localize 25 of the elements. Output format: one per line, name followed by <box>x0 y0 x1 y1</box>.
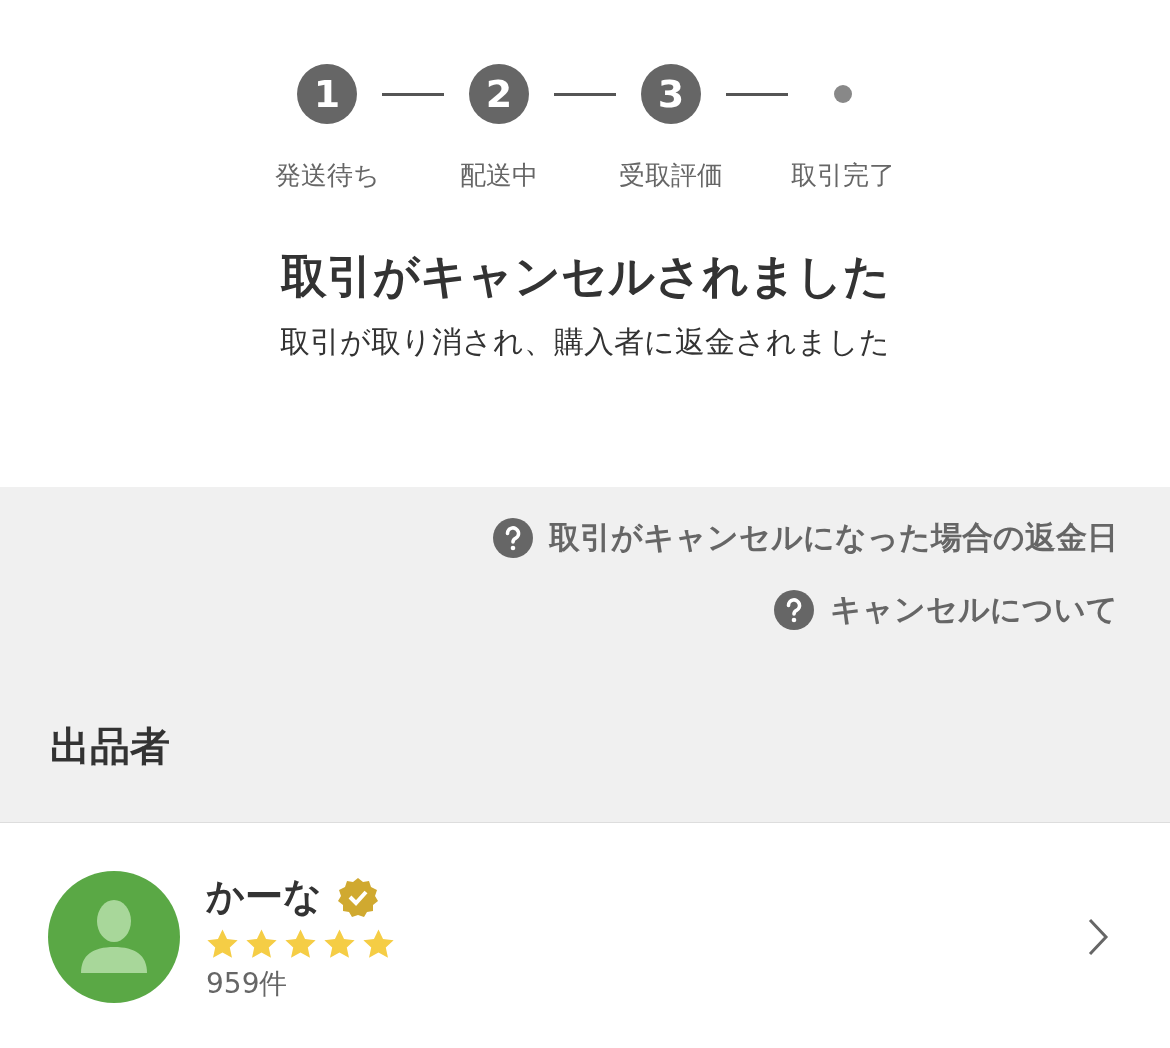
step-label: 発送待ち <box>274 159 380 192</box>
chevron-right-icon <box>1086 917 1110 957</box>
step-label: 配送中 <box>460 159 538 192</box>
seller-row[interactable]: かーな 959件 <box>0 823 1170 1003</box>
step-number: 3 <box>641 64 701 124</box>
seller-name: かーな <box>206 873 322 920</box>
step-label: 受取評価 <box>619 159 723 192</box>
help-icon <box>774 590 814 630</box>
star-icon <box>206 928 239 961</box>
step-dot-icon <box>834 85 852 103</box>
star-icon <box>245 928 278 961</box>
step-number: 1 <box>297 64 357 124</box>
status-title: 取引がキャンセルされました <box>279 248 891 305</box>
help-link[interactable]: キャンセルについて <box>774 589 1118 631</box>
star-icon <box>323 928 356 961</box>
avatar-icon <box>48 871 180 1003</box>
step-number: 2 <box>469 64 529 124</box>
review-count: 959件 <box>206 966 289 1002</box>
section-heading: 出品者 <box>50 722 171 771</box>
star-icon <box>362 928 395 961</box>
star-icon <box>284 928 317 961</box>
status-message: 取引が取り消され、購入者に返金されました <box>279 323 891 361</box>
help-link[interactable]: 取引がキャンセルになった場合の返金日 <box>493 517 1118 559</box>
help-icon <box>493 518 533 558</box>
step-label: 取引完了 <box>791 159 895 192</box>
